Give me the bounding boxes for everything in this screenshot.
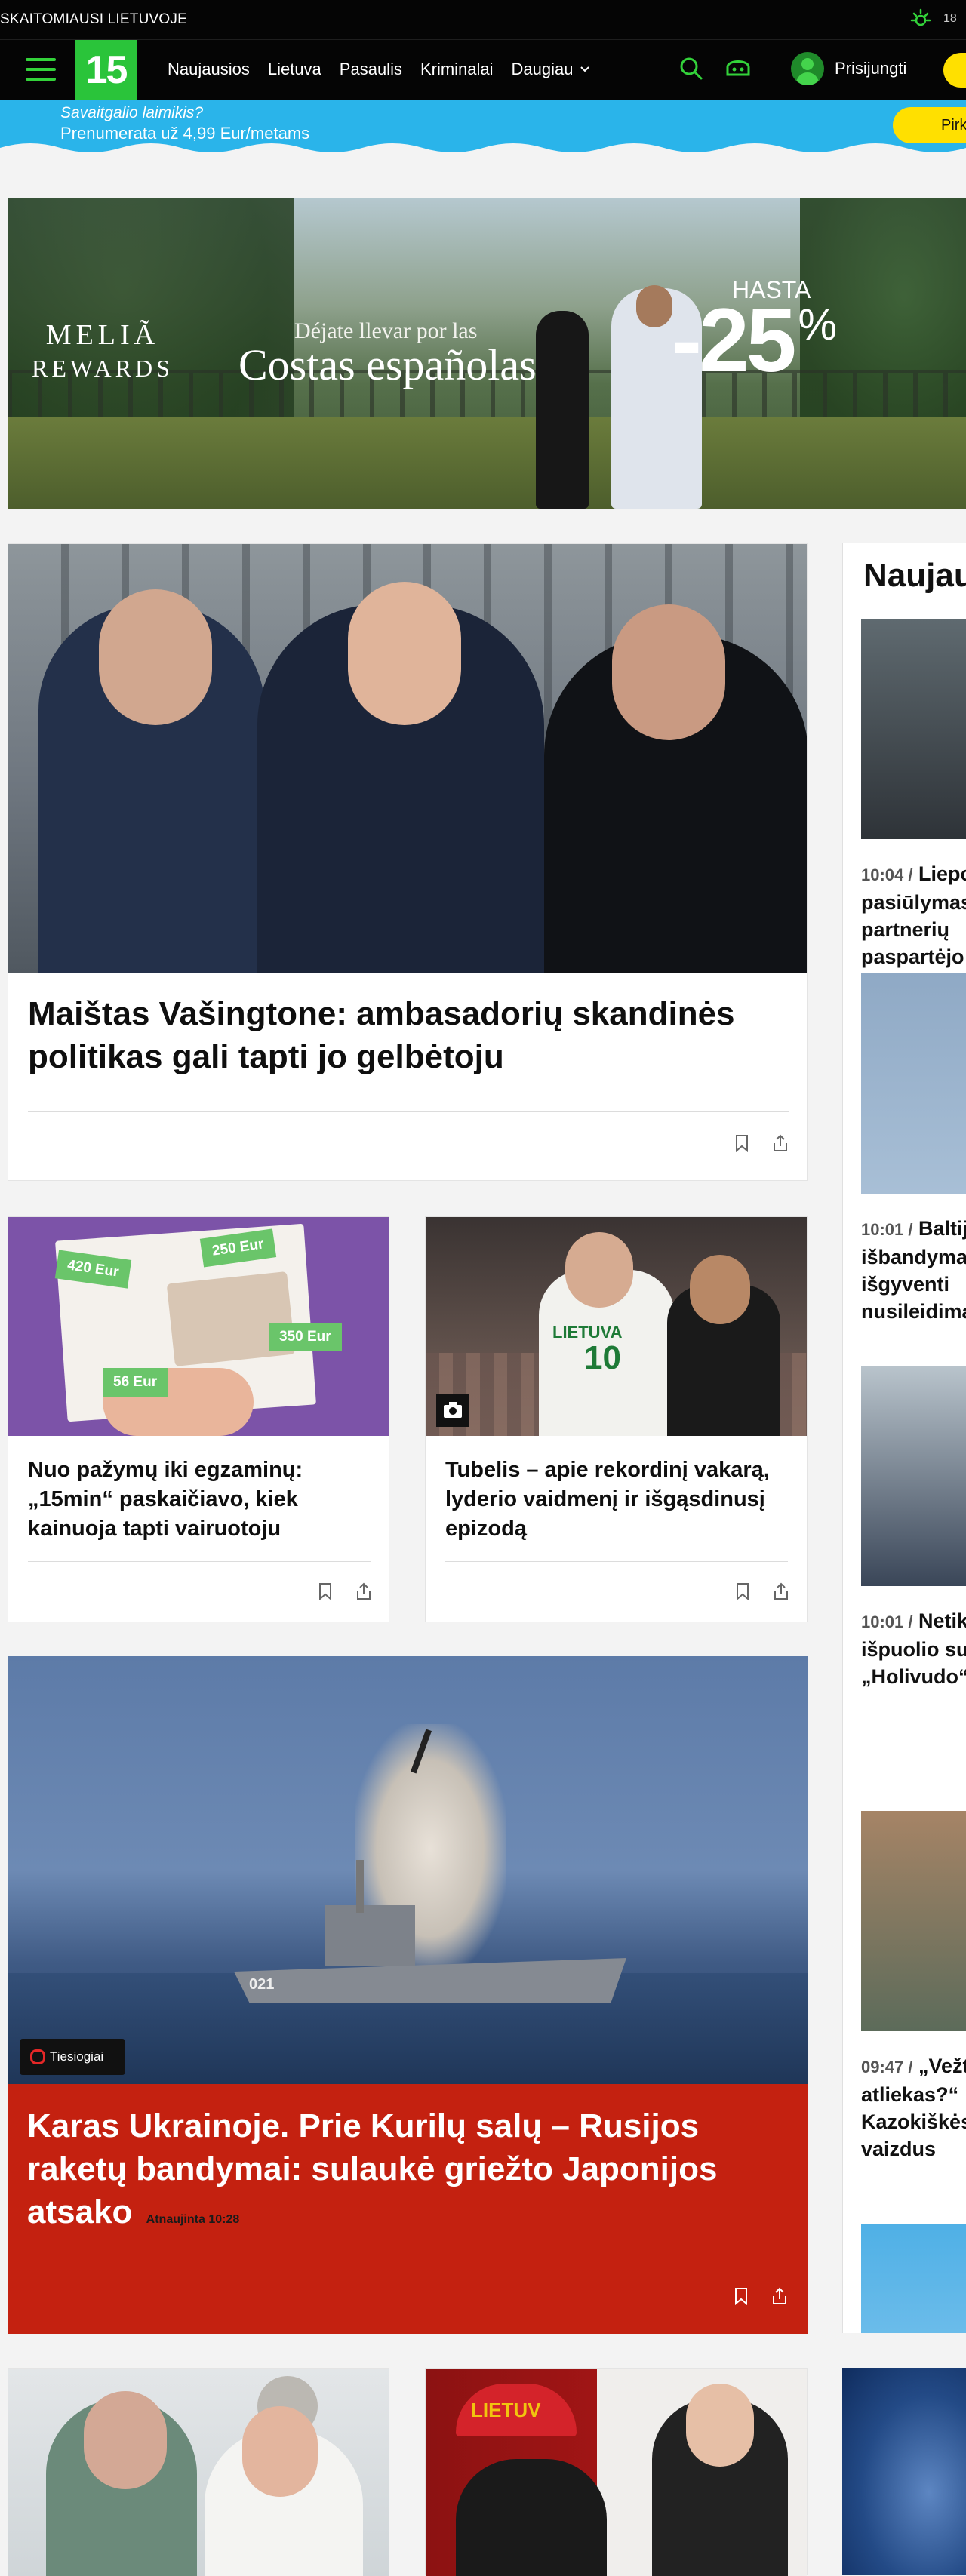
weather-temp: 18 (943, 12, 957, 25)
article-photo-bottom-1[interactable] (8, 2369, 389, 2576)
nav-link-kriminalai[interactable]: Kriminalai (420, 60, 494, 79)
chat-icon[interactable] (723, 55, 753, 82)
jersey-number: 10 (584, 1339, 621, 1376)
live-updated: Atnaujinta 10:28 (146, 2213, 240, 2226)
article-photo-tubelis[interactable]: LIETUVA 10 (426, 1217, 807, 1436)
ad-person-woman (536, 311, 589, 509)
article-photo-driving[interactable]: 420 Eur 250 Eur 350 Eur 56 Eur (8, 1217, 389, 1436)
price-tag-56: 56 Eur (103, 1368, 168, 1397)
bookmark-icon[interactable] (734, 1134, 749, 1152)
ad-discount: -25% (672, 290, 837, 391)
subscribe-pill[interactable] (943, 53, 966, 88)
bookmark-icon[interactable] (735, 1582, 750, 1600)
article-title-driving[interactable]: Nuo pažymų iki egzaminų: „15min“ paskaič… (28, 1456, 375, 1544)
promo-banner[interactable]: Savaitgalio laimikis? Prenumerata už 4,9… (0, 100, 966, 155)
sidebar-photo[interactable] (861, 1811, 966, 2031)
promo-button[interactable]: Pirk (893, 107, 966, 143)
nav-link-daugiau-label: Daugiau (511, 60, 574, 78)
article-card-driving[interactable]: 420 Eur 250 Eur 350 Eur 56 Eur Nuo pažym… (8, 1216, 389, 1622)
cap-text: LIETUV (471, 2399, 541, 2421)
nav-link-naujausios[interactable]: Naujausios (168, 60, 250, 79)
lead-article-card[interactable]: Maištas Vašingtone: ambasadorių skandinė… (8, 543, 808, 1181)
ad-banner[interactable]: MELIÃ REWARDS Déjate llevar por las Cost… (8, 198, 966, 509)
search-icon[interactable] (678, 55, 705, 82)
bookmark-icon[interactable] (318, 1582, 333, 1600)
top-strip: SKAITOMIAUSI LIETUVOJE 18 (0, 0, 966, 39)
bookmark-icon[interactable] (734, 2287, 749, 2305)
share-icon[interactable] (771, 2287, 788, 2305)
share-icon[interactable] (772, 1134, 789, 1152)
sidebar-photo[interactable] (861, 2224, 966, 2333)
live-badge: Tiesiogiai (20, 2039, 125, 2075)
lead-title[interactable]: Maištas Vašingtone: ambasadorių skandinė… (28, 992, 783, 1078)
login-button[interactable]: Prisijungti (791, 52, 906, 85)
sidebar-item[interactable]: 10:01 / Baltijos karių išbandymas: kaip … (861, 973, 966, 1325)
ad-brand: MELIÃ REWARDS (32, 319, 174, 382)
camera-icon (436, 1394, 469, 1427)
sidebar-item[interactable] (861, 2224, 966, 2333)
weather-widget[interactable]: 18 (909, 7, 957, 31)
menu-icon[interactable] (26, 58, 56, 82)
ship-number: 021 (249, 1976, 275, 1993)
nav-icons (678, 55, 753, 82)
sidebar-item[interactable]: 10:04 / Liepos pasiūlymas partnerių pasp… (861, 619, 966, 970)
article-card-tubelis[interactable]: LIETUVA 10 Tubelis – apie rekordinį vaka… (425, 1216, 808, 1622)
nav-links: Naujausios Lietuva Pasaulis Kriminalai D… (168, 60, 590, 79)
nav-link-daugiau[interactable]: Daugiau (512, 60, 590, 79)
live-title[interactable]: Karas Ukrainoje. Prie Kurilų salų – Rusi… (27, 2104, 789, 2241)
sidebar-bottom-photo[interactable] (842, 2368, 966, 2575)
user-avatar-icon (791, 52, 824, 85)
ad-tagline-big: Costas españolas (238, 340, 537, 389)
sidebar-photo[interactable] (861, 1366, 966, 1586)
promo-line1: Savaitgalio laimikis? (60, 104, 204, 121)
live-article-card[interactable]: 021 Tiesiogiai Karas Ukrainoje. Prie Kur… (8, 1656, 808, 2334)
login-label: Prisijungti (835, 59, 907, 78)
article-card-bottom-2[interactable]: LIETUV (425, 2368, 808, 2576)
article-title-tubelis[interactable]: Tubelis – apie rekordinį vakarą, lyderio… (445, 1456, 792, 1544)
sun-icon (910, 8, 931, 26)
price-tag-350: 350 Eur (269, 1323, 342, 1351)
chevron-down-icon (580, 66, 589, 72)
sidebar-item[interactable]: 09:47 / „Vežti atliekas?“ Kazokiškės vai… (861, 1811, 966, 2163)
sidebar-title: Naujausios (863, 557, 966, 594)
wave-divider (0, 143, 966, 155)
nav-link-lietuva[interactable]: Lietuva (268, 60, 321, 79)
share-icon[interactable] (773, 1582, 789, 1600)
sidebar-photo[interactable] (861, 619, 966, 839)
live-photo[interactable]: 021 (8, 1656, 808, 2084)
lead-photo[interactable] (8, 544, 807, 973)
nav-link-pasaulis[interactable]: Pasaulis (340, 60, 402, 79)
article-card-bottom-1[interactable] (8, 2368, 389, 2576)
article-photo-bottom-2[interactable]: LIETUV (426, 2369, 807, 2576)
sidebar-item[interactable]: 10:01 / Netikėto išpuolio sulaikytas „Ho… (861, 1366, 966, 1690)
tagline: SKAITOMIAUSI LIETUVOJE (0, 11, 187, 27)
site-logo[interactable]: 15 (75, 40, 137, 100)
latest-sidebar: Naujausios 10:04 / Liepos pasiūlymas par… (842, 543, 966, 2333)
main-navbar: 15 Naujausios Lietuva Pasaulis Kriminala… (0, 39, 966, 100)
share-icon[interactable] (355, 1582, 372, 1600)
sidebar-photo[interactable] (861, 973, 966, 1194)
